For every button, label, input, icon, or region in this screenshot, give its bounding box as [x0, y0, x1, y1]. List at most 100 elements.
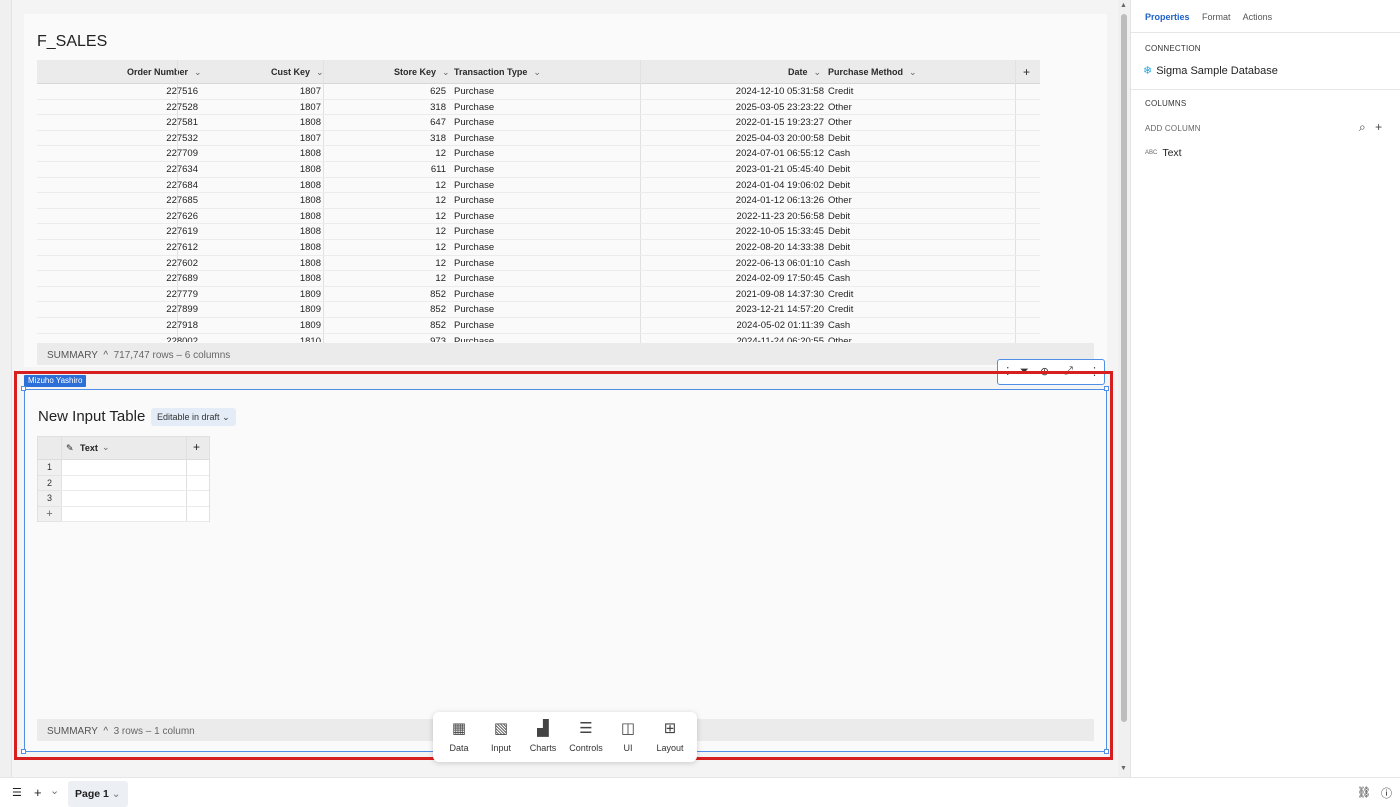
column-header-purchase-method[interactable]: Purchase Method ⌄ — [828, 60, 917, 84]
input-table-title[interactable]: New Input Table — [38, 408, 145, 425]
cust-key-cell[interactable]: 1809 — [300, 304, 321, 315]
purchase-method-cell[interactable]: Other — [828, 102, 852, 113]
transaction-type-cell[interactable]: Purchase — [454, 273, 494, 284]
date-cell[interactable]: 2024-12-10 05:31:58 — [736, 86, 824, 97]
cust-key-cell[interactable]: 1807 — [300, 102, 321, 113]
order-number-cell[interactable]: 227532 — [166, 133, 198, 144]
transaction-type-cell[interactable]: Purchase — [454, 117, 494, 128]
column-header-order-number[interactable]: Order Number ⌄ — [127, 60, 202, 84]
order-number-cell[interactable]: 227626 — [166, 211, 198, 222]
resize-handle[interactable] — [1104, 386, 1109, 391]
table-row[interactable]: 227899 1809 852 Purchase 2023-12-21 14:57:20… — [37, 302, 1040, 318]
purchase-method-cell[interactable]: Debit — [828, 242, 850, 253]
store-key-cell[interactable]: 318 — [430, 102, 446, 113]
order-number-cell[interactable]: 227689 — [166, 273, 198, 284]
plus-icon[interactable]: + — [1375, 120, 1382, 134]
store-key-cell[interactable]: 973 — [430, 336, 446, 342]
date-cell[interactable]: 2024-01-04 19:06:02 — [736, 180, 824, 191]
store-key-cell[interactable]: 852 — [430, 289, 446, 300]
transaction-type-cell[interactable]: Purchase — [454, 86, 494, 97]
store-key-cell[interactable]: 852 — [430, 320, 446, 331]
tab-format[interactable]: Format — [1202, 12, 1231, 22]
purchase-method-cell[interactable]: Cash — [828, 258, 850, 269]
chevron-down-icon[interactable]: ⌄ — [112, 788, 121, 800]
transaction-type-cell[interactable]: Purchase — [454, 242, 494, 253]
purchase-method-cell[interactable]: Cash — [828, 320, 850, 331]
cust-key-cell[interactable]: 1808 — [300, 258, 321, 269]
cust-key-cell[interactable]: 1808 — [300, 148, 321, 159]
scrollbar-thumb[interactable] — [1121, 14, 1127, 722]
table-row[interactable]: 227602 1808 12 Purchase 2022-06-13 06:01:10 C… — [37, 256, 1040, 272]
more-options-icon[interactable]: ⋮ — [1089, 365, 1100, 378]
transaction-type-cell[interactable]: Purchase — [454, 102, 494, 113]
order-number-cell[interactable]: 227685 — [166, 195, 198, 206]
purchase-method-cell[interactable]: Cash — [828, 273, 850, 284]
cust-key-cell[interactable]: 1808 — [300, 164, 321, 175]
store-key-cell[interactable]: 12 — [435, 273, 446, 284]
table-row[interactable]: 227684 1808 12 Purchase 2024-01-04 19:06:02 D… — [37, 178, 1040, 194]
table-row[interactable]: 227528 1807 318 Purchase 2025-03-05 23:23:22… — [37, 100, 1040, 116]
cust-key-cell[interactable]: 1808 — [300, 211, 321, 222]
store-key-cell[interactable]: 12 — [435, 242, 446, 253]
transaction-type-cell[interactable]: Purchase — [454, 320, 494, 331]
purchase-method-cell[interactable]: Cash — [828, 148, 850, 159]
cust-key-cell[interactable]: 1809 — [300, 320, 321, 331]
order-number-cell[interactable]: 228002 — [166, 336, 198, 342]
order-number-cell[interactable]: 227602 — [166, 258, 198, 269]
store-key-cell[interactable]: 12 — [435, 258, 446, 269]
table-row[interactable]: 227581 1808 647 Purchase 2022-01-15 19:23:27… — [37, 115, 1040, 131]
page-tab[interactable]: Page 1 ⌄ — [68, 781, 128, 807]
search-icon[interactable]: ⌕ — [1359, 120, 1366, 134]
store-key-cell[interactable]: 318 — [430, 133, 446, 144]
date-cell[interactable]: 2024-01-12 06:13:26 — [736, 195, 824, 206]
order-number-cell[interactable]: 227634 — [166, 164, 198, 175]
date-cell[interactable]: 2024-05-02 01:11:39 — [736, 320, 824, 331]
purchase-method-cell[interactable]: Debit — [828, 226, 850, 237]
order-number-cell[interactable]: 227709 — [166, 148, 198, 159]
table-row[interactable]: 227532 1807 318 Purchase 2025-04-03 20:00:58… — [37, 131, 1040, 147]
purchase-method-cell[interactable]: Debit — [828, 133, 850, 144]
add-page-button[interactable]: + — [34, 785, 42, 800]
order-number-cell[interactable]: 227918 — [166, 320, 198, 331]
add-row-button[interactable]: + — [38, 506, 61, 522]
chevron-up-icon[interactable]: ^ — [101, 726, 111, 737]
drag-handle-icon[interactable]: ⁚ — [1006, 365, 1010, 378]
transaction-type-cell[interactable]: Purchase — [454, 226, 494, 237]
order-number-cell[interactable]: 227619 — [166, 226, 198, 237]
connection-selector[interactable]: ❄ Sigma Sample Database — [1143, 64, 1278, 77]
add-column-button[interactable]: + — [1023, 60, 1030, 84]
chevron-down-icon[interactable]: ⌄ — [533, 67, 541, 77]
chevron-down-icon[interactable]: ⌄ — [814, 67, 822, 77]
column-list-item-text[interactable]: ABC Text — [1145, 147, 1182, 159]
order-number-cell[interactable]: 227516 — [166, 86, 198, 97]
tab-properties[interactable]: Properties — [1145, 12, 1190, 22]
date-cell[interactable]: 2025-04-03 20:00:58 — [736, 133, 824, 144]
store-key-cell[interactable]: 12 — [435, 180, 446, 191]
scroll-up-icon[interactable]: ▲ — [1120, 2, 1127, 9]
table-row[interactable]: 227779 1809 852 Purchase 2021-09-08 14:37:30… — [37, 287, 1040, 303]
store-key-cell[interactable]: 12 — [435, 226, 446, 237]
scroll-down-icon[interactable]: ▼ — [1120, 765, 1127, 772]
text-cell[interactable] — [61, 460, 209, 476]
cust-key-cell[interactable]: 1809 — [300, 289, 321, 300]
date-cell[interactable]: 2022-10-05 15:33:45 — [736, 226, 824, 237]
store-key-cell[interactable]: 12 — [435, 211, 446, 222]
transaction-type-cell[interactable]: Purchase — [454, 289, 494, 300]
cust-key-cell[interactable]: 1808 — [300, 117, 321, 128]
add-chart-icon[interactable]: ⊕ — [1040, 365, 1049, 378]
purchase-method-cell[interactable]: Credit — [828, 86, 853, 97]
store-key-cell[interactable]: 647 — [430, 117, 446, 128]
date-cell[interactable]: 2023-12-21 14:57:20 — [736, 304, 824, 315]
date-cell[interactable]: 2023-01-21 05:45:40 — [736, 164, 824, 175]
sales-summary-bar[interactable]: SUMMARY ^ 717,747 rows – 6 columns — [37, 343, 1094, 365]
column-header-date[interactable]: Date ⌄ — [788, 60, 821, 84]
add-layout-button[interactable]: ⊞ Layout — [650, 720, 690, 753]
add-ui-button[interactable]: ◫ UI — [608, 720, 648, 753]
chevron-down-icon[interactable]: ⌄ — [194, 67, 202, 77]
order-number-cell[interactable]: 227612 — [166, 242, 198, 253]
date-cell[interactable]: 2024-07-01 06:55:12 — [736, 148, 824, 159]
order-number-cell[interactable]: 227899 — [166, 304, 198, 315]
transaction-type-cell[interactable]: Purchase — [454, 195, 494, 206]
text-cell[interactable] — [61, 491, 209, 507]
add-data-button[interactable]: ▦ Data — [439, 720, 479, 753]
